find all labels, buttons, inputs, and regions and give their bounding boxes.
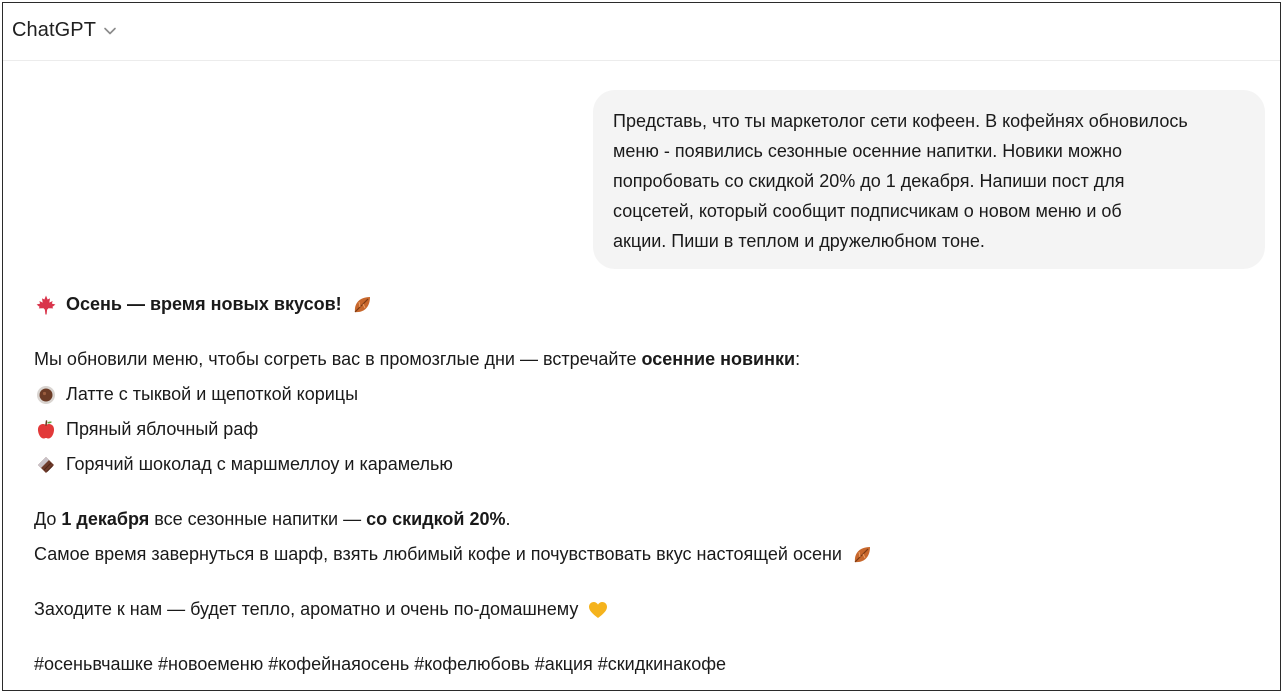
intro-suffix: :	[795, 349, 801, 369]
promo-discount: со скидкой 20%	[366, 509, 506, 529]
list-item-text: Латте с тыквой и щепоткой корицы	[66, 384, 359, 404]
promo-line: До 1 декабря все сезонные напитки — со с…	[34, 502, 1254, 537]
user-message-line: попробовать со скидкой 20% до 1 декабря.…	[613, 171, 1125, 191]
coffee-cup-icon	[34, 383, 58, 407]
intro-bold-text: осенние новинки	[641, 349, 796, 369]
yellow-heart-icon	[586, 598, 610, 622]
list-item: Пряный яблочный раф	[34, 412, 1254, 447]
list-item-text: Пряный яблочный раф	[66, 419, 259, 439]
user-message-line: Представь, что ты маркетолог сети кофеен…	[613, 111, 1188, 131]
chocolate-bar-icon	[34, 453, 58, 477]
mood-text: Самое время завернуться в шарф, взять лю…	[34, 544, 842, 564]
post-title-row: Осень — время новых вкусов!	[34, 287, 1254, 322]
promo-text: До	[34, 509, 57, 529]
model-selector[interactable]: ChatGPT	[12, 19, 117, 42]
invite-text: Заходите к нам — будет тепло, ароматно и…	[34, 599, 579, 619]
promo-suffix: .	[505, 509, 511, 529]
fallen-leaf-icon	[850, 543, 874, 567]
maple-leaf-icon	[34, 293, 58, 317]
model-name: ChatGPT	[12, 18, 97, 41]
list-item: Латте с тыквой и щепоткой корицы	[34, 377, 1254, 412]
top-bar: ChatGPT	[3, 3, 1280, 61]
invite-line: Заходите к нам — будет тепло, ароматно и…	[34, 592, 1254, 627]
list-item-text: Горячий шоколад с маршмеллоу и карамелью	[66, 454, 453, 474]
user-message-line: соцсетей, который сообщит подписчикам о …	[613, 201, 1122, 221]
promo-text: все сезонные напитки —	[154, 509, 362, 529]
intro-line: Мы обновили меню, чтобы согреть вас в пр…	[34, 342, 1254, 377]
hashtags: #осеньвчашке #новоеменю #кофейнаяосень #…	[34, 654, 727, 674]
user-message-line: меню - появились сезонные осенние напитк…	[613, 141, 1123, 161]
intro-text: Мы обновили меню, чтобы согреть вас в пр…	[34, 349, 637, 369]
user-message-line: акции. Пиши в теплом и дружелюбном тоне.	[613, 231, 985, 251]
apple-icon	[34, 418, 58, 442]
fallen-leaf-icon	[350, 293, 374, 317]
mood-line: Самое время завернуться в шарф, взять лю…	[34, 537, 1254, 572]
chat-window: ChatGPT Представь, что ты маркетолог сет…	[2, 2, 1281, 691]
chevron-down-icon	[103, 26, 117, 36]
user-message-bubble: Представь, что ты маркетолог сети кофеен…	[593, 90, 1265, 269]
promo-date: 1 декабря	[61, 509, 150, 529]
assistant-message: Осень — время новых вкусов! Мы обновили …	[34, 287, 1254, 682]
list-item: Горячий шоколад с маршмеллоу и карамелью	[34, 447, 1254, 482]
post-title: Осень — время новых вкусов!	[66, 294, 342, 314]
hashtags-line: #осеньвчашке #новоеменю #кофейнаяосень #…	[34, 647, 1254, 682]
